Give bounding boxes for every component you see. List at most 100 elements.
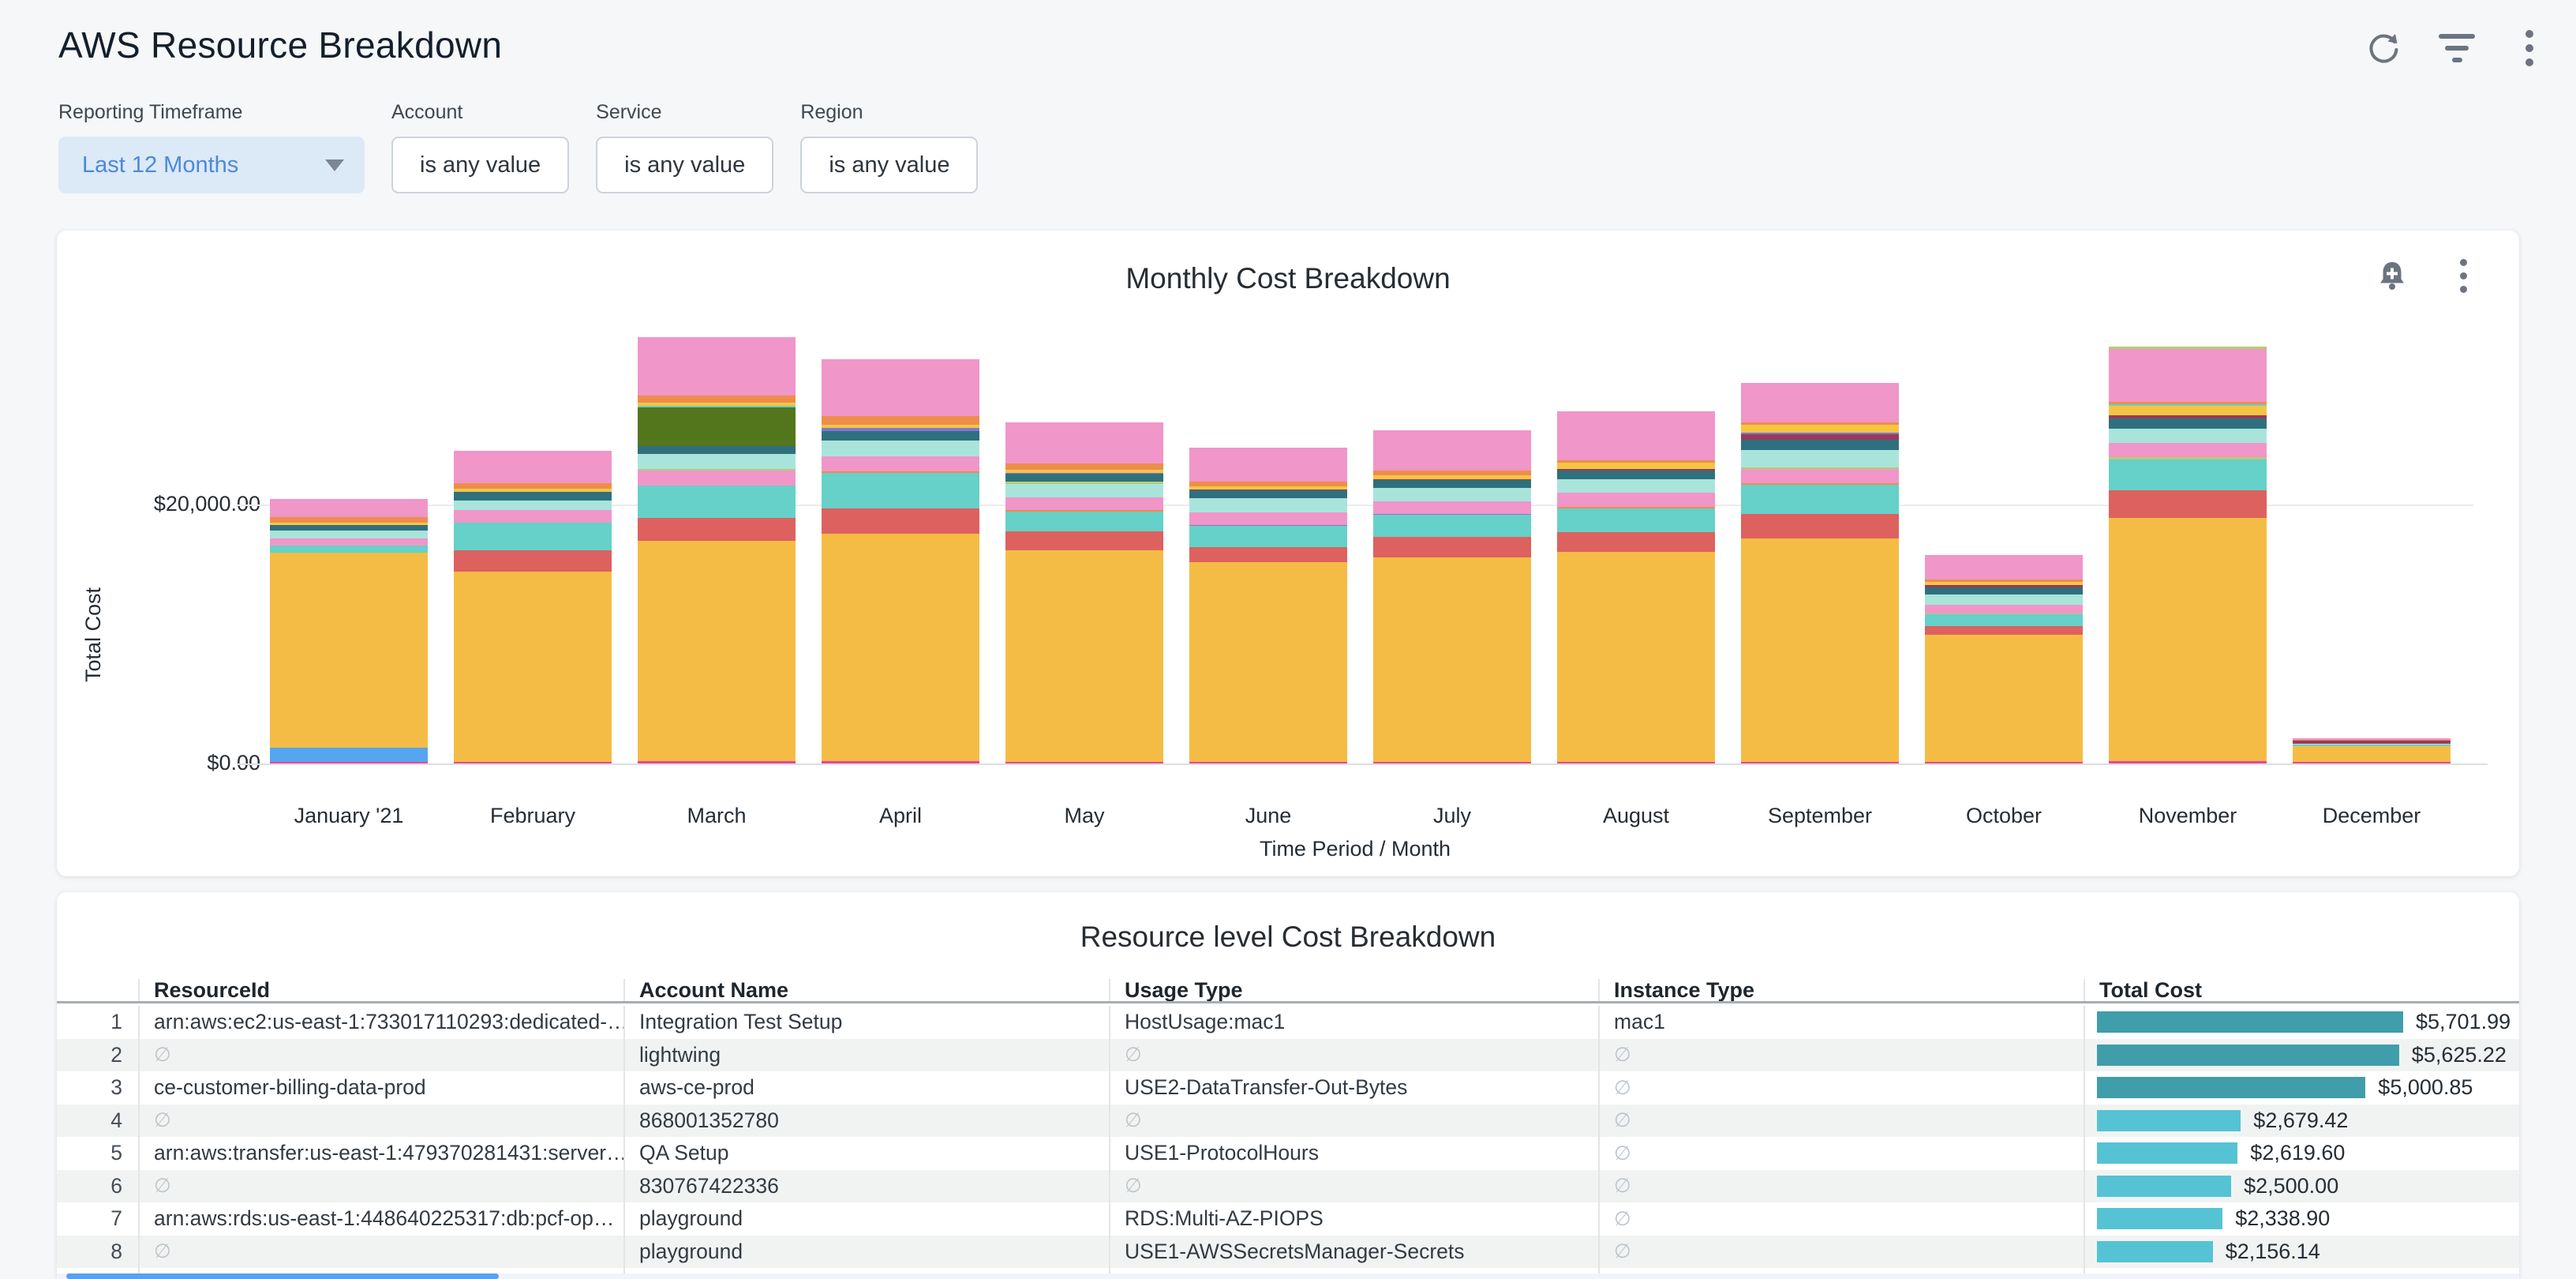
bar-October[interactable] — [1925, 555, 2083, 763]
bar-segment-amber[interactable] — [2109, 518, 2267, 761]
bar-segment-magenta[interactable] — [822, 761, 979, 763]
bar-April[interactable] — [822, 359, 979, 763]
bar-segment-amber[interactable] — [822, 534, 979, 762]
region-filter-button[interactable]: is any value — [800, 137, 978, 193]
kebab-menu-icon[interactable] — [2511, 30, 2548, 66]
bar-segment-amber[interactable] — [1189, 562, 1347, 762]
bar-segment-pink[interactable] — [2109, 443, 2267, 457]
bar-segment-pink[interactable] — [822, 359, 979, 416]
bar-segment-pink[interactable] — [1741, 383, 1899, 423]
bar-segment-magenta[interactable] — [1557, 762, 1715, 763]
bar-segment-pink[interactable] — [1005, 422, 1163, 463]
bar-segment-teal[interactable] — [1005, 474, 1163, 482]
refresh-icon[interactable] — [2366, 30, 2402, 66]
table-row[interactable]: 6∅830767422336∅∅$2,500.00 — [57, 1170, 2519, 1203]
bar-segment-magenta[interactable] — [454, 762, 612, 763]
bar-segment-amber[interactable] — [638, 541, 796, 761]
bar-segment-blue[interactable] — [270, 748, 428, 762]
bar-segment-orange[interactable] — [822, 416, 979, 425]
bar-segment-orange[interactable] — [270, 517, 428, 523]
bar-segment-pink[interactable] — [638, 337, 796, 396]
bar-segment-turquoise[interactable] — [638, 486, 796, 518]
bar-segment-lightcyan[interactable] — [270, 531, 428, 538]
bar-segment-teal[interactable] — [1925, 587, 2083, 594]
account-filter-button[interactable]: is any value — [391, 137, 569, 193]
bar-segment-pink[interactable] — [1925, 555, 2083, 579]
bar-segment-turquoise[interactable] — [270, 546, 428, 553]
bar-segment-pink[interactable] — [1005, 497, 1163, 510]
bar-segment-pink[interactable] — [454, 451, 612, 483]
table-row[interactable]: 3ce-customer-billing-data-prodaws-ce-pro… — [57, 1071, 2519, 1105]
bar-segment-turquoise[interactable] — [822, 473, 979, 508]
bar-segment-red[interactable] — [1925, 626, 2083, 635]
bar-segment-red[interactable] — [2109, 490, 2267, 517]
table-row[interactable]: 8∅playgroundUSE1-AWSSecretsManager-Secre… — [57, 1236, 2519, 1269]
bar-segment-amber[interactable] — [270, 553, 428, 748]
bar-segment-pink[interactable] — [1189, 512, 1347, 525]
bar-January '21[interactable] — [270, 499, 428, 763]
bar-segment-maroon[interactable] — [1741, 434, 1899, 440]
bar-segment-amber[interactable] — [1557, 552, 1715, 762]
bar-segment-turquoise[interactable] — [1557, 508, 1715, 532]
bar-segment-pink[interactable] — [1557, 411, 1715, 460]
bar-segment-amber[interactable] — [1373, 557, 1531, 762]
table-row[interactable]: 1arn:aws:ec2:us-east-1:733017110293:dedi… — [57, 1006, 2519, 1039]
bar-segment-pink[interactable] — [1741, 469, 1899, 483]
bar-segment-teal[interactable] — [1189, 490, 1347, 498]
bar-November[interactable] — [2109, 347, 2267, 763]
bar-segment-yellow[interactable] — [1557, 463, 1715, 469]
bar-segment-red[interactable] — [822, 508, 979, 534]
bar-segment-red[interactable] — [638, 518, 796, 542]
table-row[interactable]: 5arn:aws:transfer:us-east-1:479370281431… — [57, 1137, 2519, 1170]
bar-segment-lightcyan[interactable] — [454, 501, 612, 509]
column-header-account-name[interactable]: Account Name — [623, 979, 1109, 1001]
bar-segment-teal[interactable] — [1557, 471, 1715, 479]
bar-December[interactable] — [2293, 738, 2451, 763]
bar-segment-lightcyan[interactable] — [1557, 479, 1715, 493]
bar-segment-lightcyan[interactable] — [638, 454, 796, 469]
service-filter-button[interactable]: is any value — [596, 137, 773, 193]
table-row[interactable]: 4∅868001352780∅∅$2,679.42 — [57, 1105, 2519, 1138]
bar-segment-lightcyan[interactable] — [822, 441, 979, 457]
bar-segment-pink[interactable] — [1189, 448, 1347, 482]
bar-segment-red[interactable] — [1741, 514, 1899, 538]
column-header-instance-type[interactable]: Instance Type — [1598, 979, 2084, 1001]
bar-segment-magenta[interactable] — [1189, 762, 1347, 763]
bar-segment-teal[interactable] — [1373, 480, 1531, 488]
bar-segment-magenta[interactable] — [1741, 762, 1899, 763]
bar-segment-amber[interactable] — [1005, 550, 1163, 761]
bar-segment-pink[interactable] — [270, 538, 428, 546]
bar-segment-turquoise[interactable] — [1741, 485, 1899, 515]
table-row[interactable]: 7arn:aws:rds:us-east-1:448640225317:db:p… — [57, 1202, 2519, 1236]
bar-segment-lightcyan[interactable] — [1741, 450, 1899, 467]
bar-segment-red[interactable] — [454, 550, 612, 572]
bar-segment-orange[interactable] — [638, 396, 796, 403]
bar-segment-teal[interactable] — [822, 431, 979, 440]
bar-segment-pink[interactable] — [454, 510, 612, 523]
bar-segment-lightcyan[interactable] — [1925, 594, 2083, 605]
timeframe-select[interactable]: Last 12 Months — [58, 137, 365, 193]
horizontal-scrollbar-track[interactable] — [57, 1273, 2519, 1279]
column-header-total-cost[interactable]: Total Cost — [2084, 979, 2519, 1001]
bar-segment-magenta[interactable] — [2293, 762, 2451, 763]
bar-segment-amber[interactable] — [454, 572, 612, 762]
table-row[interactable]: 2∅lightwing∅∅$5,625.22 — [57, 1039, 2519, 1072]
bar-segment-teal[interactable] — [2109, 418, 2267, 428]
bar-segment-pink[interactable] — [1373, 430, 1531, 471]
bar-segment-lightcyan[interactable] — [2109, 429, 2267, 443]
bar-segment-magenta[interactable] — [1373, 762, 1531, 763]
bar-segment-orange[interactable] — [1005, 463, 1163, 469]
bar-segment-magenta[interactable] — [270, 762, 428, 763]
bar-segment-magenta[interactable] — [1925, 762, 2083, 763]
column-header-usage-type[interactable]: Usage Type — [1109, 979, 1598, 1001]
bar-segment-teal[interactable] — [1741, 440, 1899, 450]
bar-segment-olive[interactable] — [638, 407, 796, 445]
bar-August[interactable] — [1557, 411, 1715, 763]
bar-segment-turquoise[interactable] — [454, 523, 612, 550]
bar-segment-yellow[interactable] — [1741, 425, 1899, 433]
bar-February[interactable] — [454, 451, 612, 763]
bar-segment-lightcyan[interactable] — [1373, 488, 1531, 501]
bar-June[interactable] — [1189, 448, 1347, 763]
bar-segment-turquoise[interactable] — [1373, 515, 1531, 537]
bar-May[interactable] — [1005, 422, 1163, 763]
